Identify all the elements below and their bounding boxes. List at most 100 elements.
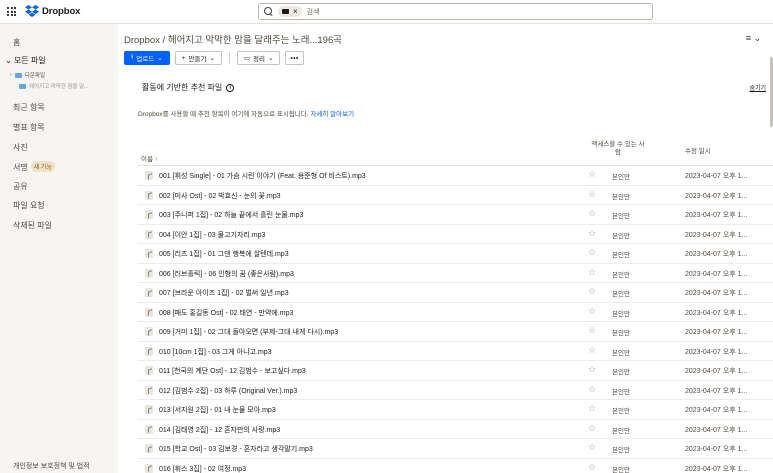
modified-value: 2023-04-07 오후 1... <box>685 407 748 414</box>
modified-value: 2023-04-07 오후 1... <box>685 426 748 434</box>
search-input[interactable]: 검색 <box>307 7 320 17</box>
audio-file-icon <box>145 249 153 258</box>
file-name[interactable]: 014 [김태영 2집] - 12 혼자만의 사랑.mp3 <box>159 425 280 435</box>
star-icon[interactable]: ☆ <box>588 228 596 239</box>
access-value: 본인만 <box>612 427 630 435</box>
file-name[interactable]: 006 [러브홀릭] - 06 인형의 꿈 (좋은사람).mp3 <box>159 269 294 279</box>
sidebar-item-shared[interactable]: 공유 <box>13 181 28 192</box>
file-name[interactable]: 010 [10cm 1집] - 03 그게 아니고.mp3 <box>159 347 272 357</box>
table-row[interactable]: 005 [리즈 1집] - 01 그댄 행복에 살텐데.mp3 ☆ 본인만 2023-… <box>138 244 773 264</box>
audio-file-icon <box>145 229 153 239</box>
audio-file-icon <box>145 424 153 434</box>
chevron-down-icon[interactable]: ⌄ <box>5 56 14 65</box>
column-header-access[interactable]: 액세스할 수 있는 사람 <box>590 141 646 157</box>
star-icon[interactable]: ☆ <box>588 325 596 336</box>
modified-value: 2023-04-07 오후 1... <box>685 231 748 239</box>
table-row[interactable]: 003 [주니퍼 1집] - 02 하늘 끝에서 흘린 눈물.mp3 ☆ 본인만 20… <box>138 205 773 225</box>
create-button[interactable]: + 만들기 ⌄ <box>174 51 222 65</box>
column-header-name[interactable]: 이름 ↑ <box>141 153 158 163</box>
search-scope-chip[interactable]: × <box>278 6 302 17</box>
sidebar-item-photos[interactable]: 사진 <box>13 142 28 153</box>
tree-item-current-folder[interactable]: 헤어지고 막막한 맘을 달... <box>19 82 89 90</box>
table-row[interactable]: 008 [패도 홍길동 Ost] - 02 태연 - 만약에.mp3 ☆ 본인만 20… <box>138 303 773 322</box>
tree-item-download[interactable]: › 다운파일 <box>10 71 45 79</box>
audio-file-icon <box>145 327 153 336</box>
access-value: 본인만 <box>612 174 630 181</box>
view-toggle-button[interactable]: ≡ ⌄ <box>746 33 761 44</box>
sidebar-item-recent[interactable]: 최근 항목 <box>13 102 45 113</box>
hide-suggestions-link[interactable]: 숨기기 <box>749 83 766 92</box>
organize-button[interactable]: ▭ 정리 ⌄ <box>236 51 281 65</box>
table-row[interactable]: 014 [김태영 2집] - 12 혼자만의 사랑.mp3 ☆ 본인만 2023-04… <box>138 420 773 439</box>
file-name[interactable]: 002 [미사 Ost] - 02 박효신 - 눈의 꽃.mp3 <box>159 191 281 201</box>
file-name[interactable]: 001 [휘성 Single] - 01 가슴 시린 이야기 (Feat. 용준… <box>159 171 366 181</box>
table-row[interactable]: 002 [미사 Ost] - 02 박효신 - 눈의 꽃.mp3 ☆ 본인만 2023… <box>138 186 773 205</box>
file-name[interactable]: 016 [휘스 3집] - 02 여정.mp3 <box>159 464 246 473</box>
audio-file-icon <box>145 190 153 200</box>
table-row[interactable]: 007 [브라운 아이즈 1집] - 02 벌써 일년.mp3 ☆ 본인만 2023-… <box>138 283 773 303</box>
table-row[interactable]: 013 [서지원 2집] - 01 내 눈물 모아.mp3 ☆ 본인만 2023-04… <box>138 400 773 420</box>
learn-more-link[interactable]: 자세히 알아보기 <box>310 111 354 118</box>
chevron-right-icon[interactable]: › <box>10 72 12 78</box>
file-name[interactable]: 003 [주니퍼 1집] - 02 하늘 끝에서 흘린 눈물.mp3 <box>159 210 303 220</box>
star-icon[interactable]: ☆ <box>588 345 596 356</box>
main-content: Dropbox / 헤어지고 막막한 맘을 달래주는 노래...196곡 ≡ ⌄… <box>118 24 773 473</box>
star-icon[interactable]: ☆ <box>588 403 596 414</box>
folder-icon <box>14 72 22 78</box>
modified-value: 2023-04-07 오후 1... <box>685 465 748 473</box>
search-bar[interactable]: × 검색 <box>258 3 653 20</box>
chevron-down-icon: ⌄ <box>268 55 274 62</box>
modified-value: 2023-04-07 오후 1... <box>685 387 748 395</box>
file-name[interactable]: 013 [서지원 2집] - 01 내 눈물 모아.mp3 <box>159 405 276 415</box>
app-grid-icon[interactable] <box>7 7 16 16</box>
star-icon[interactable]: ☆ <box>588 364 596 375</box>
star-icon[interactable]: ☆ <box>588 462 596 473</box>
table-row[interactable]: 004 [이안 1집] - 03 물고기자리.mp3 ☆ 본인만 2023-04-07… <box>138 225 773 244</box>
table-row[interactable]: 015 [학교 Ost] - 03 김보경 - 혼자라고 생각말기.mp3 ☆ 본인… <box>138 439 773 459</box>
privacy-legal-link[interactable]: 개인정보 보호정책 및 법적 <box>13 461 90 471</box>
star-icon[interactable]: ☆ <box>588 247 596 258</box>
file-name[interactable]: 007 [브라운 아이즈 1집] - 02 벌써 일년.mp3 <box>159 288 289 298</box>
chevron-down-icon: ⌄ <box>157 55 163 62</box>
table-row[interactable]: 009 [거미 1집] - 02 그대 돌아오면 (부제-그대 내게 다시).m… <box>138 322 773 342</box>
sidebar-item-deleted-files[interactable]: 삭제된 파일 <box>13 220 52 231</box>
table-row[interactable]: 016 [휘스 3집] - 02 여정.mp3 ☆ 본인만 2023-04-07 오후… <box>138 459 773 473</box>
star-icon[interactable]: ☆ <box>588 208 596 219</box>
table-row[interactable]: 011 [천국의 계단 Ost] - 12 김범수 - 보고싶다.mp3 ☆ 본인만… <box>138 361 773 381</box>
breadcrumb[interactable]: Dropbox / 헤어지고 막막한 맘을 달래주는 노래...196곡 <box>124 32 342 46</box>
sidebar-item-signatures[interactable]: 서명 새 기능 <box>13 161 55 173</box>
upload-button[interactable]: ⭱ 업로드 ⌄ <box>124 51 170 65</box>
table-row[interactable]: 012 [김범수 2집] - 03 하루 (Original Ver.).mp3… <box>138 381 773 400</box>
dropbox-logo[interactable]: Dropbox <box>25 5 80 17</box>
table-row[interactable]: 006 [러브홀릭] - 06 인형의 꿈 (좋은사람).mp3 ☆ 본인만 2023… <box>138 264 773 283</box>
more-options-button[interactable]: ••• <box>285 51 304 65</box>
file-name[interactable]: 012 [김범수 2집] - 03 하루 (Original Ver.).mp3 <box>159 386 297 396</box>
file-list: 001 [휘성 Single] - 01 가슴 시린 이야기 (Feat. 용준… <box>138 166 773 473</box>
star-icon[interactable]: ☆ <box>588 306 596 317</box>
sidebar-item-starred[interactable]: 별표 항목 <box>13 122 45 133</box>
file-name[interactable]: 015 [학교 Ost] - 03 김보경 - 혼자라고 생각말기.mp3 <box>159 444 313 454</box>
column-header-modified[interactable]: 수정 일시 <box>685 145 711 155</box>
file-name[interactable]: 004 [이안 1집] - 03 물고기자리.mp3 <box>159 230 265 240</box>
sidebar-item-file-requests[interactable]: 파일 요청 <box>13 200 45 211</box>
star-icon[interactable]: ☆ <box>588 442 596 453</box>
star-icon[interactable]: ☆ <box>588 286 596 297</box>
suggested-files-description: Dropbox를 사용할 때 추천 항목이 여기에 자동으로 표시됩니다. 자세… <box>138 108 354 118</box>
info-icon[interactable]: i <box>226 83 235 92</box>
audio-file-icon <box>145 346 153 356</box>
star-icon[interactable]: ☆ <box>588 384 596 395</box>
table-row[interactable]: 010 [10cm 1집] - 03 그게 아니고.mp3 ☆ 본인만 2023-04… <box>138 342 773 361</box>
file-name[interactable]: 009 [거미 1집] - 02 그대 돌아오면 (부제-그대 내게 다시).m… <box>159 327 338 337</box>
star-icon[interactable]: ☆ <box>588 423 596 434</box>
file-name[interactable]: 008 [패도 홍길동 Ost] - 02 태연 - 만약에.mp3 <box>159 308 293 318</box>
file-name[interactable]: 005 [리즈 1집] - 01 그댄 행복에 살텐데.mp3 <box>159 249 289 259</box>
file-name[interactable]: 011 [천국의 계단 Ost] - 12 김범수 - 보고싶다.mp3 <box>159 366 306 376</box>
star-icon[interactable]: ☆ <box>588 267 596 278</box>
suggested-files-label: 활동에 기반한 추천 파일 <box>142 83 223 92</box>
table-row[interactable]: 001 [휘성 Single] - 01 가슴 시린 이야기 (Feat. 용준… <box>138 166 773 186</box>
close-icon[interactable]: × <box>293 7 298 16</box>
sidebar-item-home[interactable]: 홈 <box>13 37 20 48</box>
star-icon[interactable]: ☆ <box>588 169 596 180</box>
sidebar-item-all-files[interactable]: ⌄ 모든 파일 <box>5 55 46 66</box>
star-icon[interactable]: ☆ <box>588 189 596 200</box>
